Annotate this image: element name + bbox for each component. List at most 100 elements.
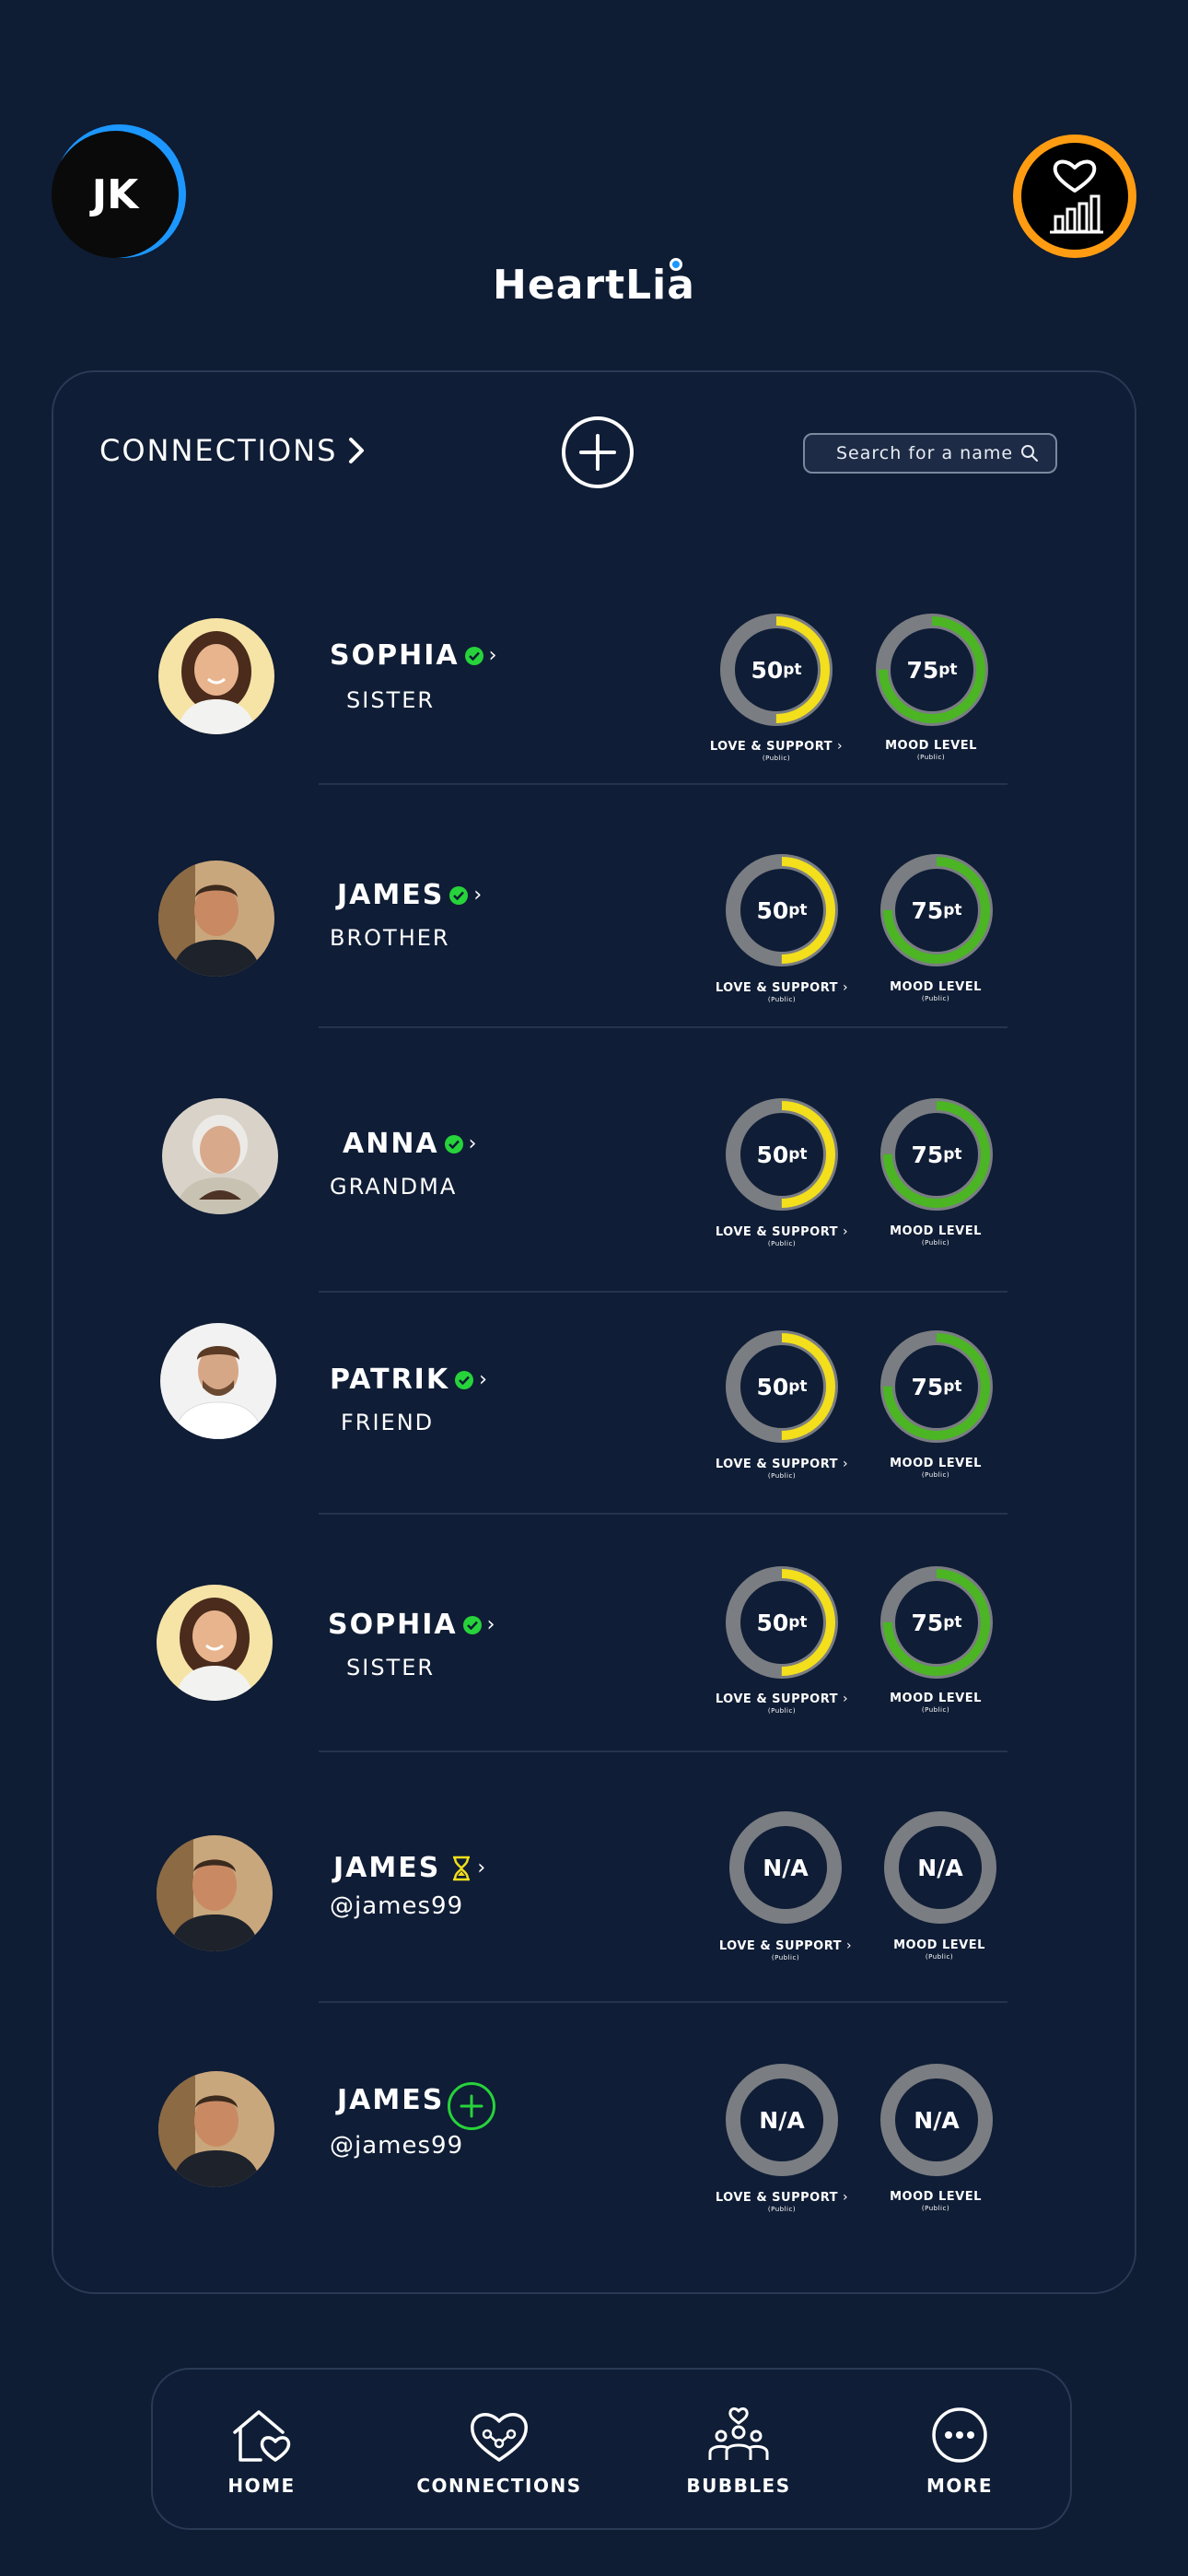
heart-stats-button[interactable] bbox=[1013, 135, 1136, 258]
connection-name: JAMES bbox=[333, 1852, 441, 1884]
row-divider bbox=[319, 783, 1007, 785]
love-unit: pt bbox=[788, 1613, 808, 1632]
connection-avatar[interactable] bbox=[160, 1323, 276, 1439]
connection-name: JAMES bbox=[337, 879, 445, 911]
connection-name-link[interactable]: ANNA › bbox=[343, 1128, 478, 1160]
love-unit: pt bbox=[783, 661, 802, 679]
mood-level-label: MOOD LEVEL (Public) bbox=[844, 1224, 1028, 1247]
love-label: LOVE & SUPPORT bbox=[715, 1225, 839, 1239]
heart-network-icon bbox=[471, 2413, 528, 2462]
mood-unit: pt bbox=[943, 1377, 962, 1396]
love-support-gauge: 50 pt bbox=[718, 612, 834, 728]
love-unit: pt bbox=[788, 1145, 808, 1164]
love-support-gauge: 50 pt bbox=[724, 852, 840, 968]
love-unit: pt bbox=[788, 1377, 808, 1396]
love-label: LOVE & SUPPORT bbox=[709, 740, 833, 754]
nav-connections-label: CONNECTIONS bbox=[416, 2475, 582, 2497]
connection-relation: BROTHER bbox=[330, 925, 450, 951]
connection-name-link[interactable]: JAMES › bbox=[333, 1852, 487, 1884]
mood-level-label: MOOD LEVEL (Public) bbox=[844, 2190, 1028, 2212]
row-divider bbox=[319, 1291, 1007, 1293]
group-heart-icon bbox=[708, 2407, 769, 2460]
add-connection-button[interactable] bbox=[562, 416, 634, 488]
love-value: N/A bbox=[759, 2106, 805, 2134]
more-dots-icon bbox=[932, 2407, 987, 2463]
bottom-nav: HOME CONNECTIONS BUBBLES MORE bbox=[151, 2368, 1072, 2530]
connection-avatar[interactable] bbox=[162, 1098, 278, 1214]
connection-avatar[interactable] bbox=[158, 2071, 274, 2187]
mood-unit: pt bbox=[938, 661, 958, 679]
row-divider bbox=[319, 1026, 1007, 1028]
chevron-right-icon: › bbox=[488, 644, 499, 667]
love-value: 50 bbox=[756, 1609, 789, 1636]
love-unit: pt bbox=[788, 901, 808, 919]
connection-avatar[interactable] bbox=[158, 861, 274, 977]
love-label: LOVE & SUPPORT bbox=[718, 1939, 843, 1953]
connection-avatar[interactable] bbox=[158, 618, 274, 734]
connection-avatar[interactable] bbox=[157, 1835, 273, 1951]
home-heart-icon bbox=[233, 2410, 291, 2462]
mood-value: 75 bbox=[911, 1141, 944, 1168]
mood-unit: pt bbox=[943, 1613, 962, 1632]
mood-label: MOOD LEVEL bbox=[890, 1457, 982, 1470]
search-input[interactable]: Search for a name bbox=[803, 433, 1057, 474]
connection-avatar[interactable] bbox=[157, 1585, 273, 1701]
connection-name-link[interactable]: SOPHIA › bbox=[330, 639, 498, 672]
mood-level-label: MOOD LEVEL (Public) bbox=[844, 1692, 1028, 1714]
row-divider bbox=[319, 1513, 1007, 1515]
connection-relation: FRIEND bbox=[341, 1410, 435, 1435]
chevron-right-icon: › bbox=[486, 1613, 497, 1636]
love-label: LOVE & SUPPORT bbox=[715, 1692, 839, 1706]
nav-more-label: MORE bbox=[926, 2475, 993, 2497]
user-avatar[interactable]: JK bbox=[52, 131, 179, 258]
love-support-gauge: 50 pt bbox=[724, 1329, 840, 1445]
mood-level-gauge: 75 pt bbox=[879, 1096, 995, 1212]
connection-name: SOPHIA bbox=[328, 1609, 458, 1641]
love-support-gauge: 50 pt bbox=[724, 1096, 840, 1212]
mood-value: N/A bbox=[914, 2106, 960, 2134]
visibility-label: (Public) bbox=[925, 1953, 954, 1961]
connection-name: JAMES bbox=[337, 2084, 445, 2116]
nav-bubbles[interactable]: BUBBLES bbox=[646, 2406, 831, 2497]
mood-value: 75 bbox=[911, 896, 944, 924]
connection-name: PATRIK bbox=[330, 1364, 450, 1396]
nav-more[interactable]: MORE bbox=[868, 2406, 1052, 2497]
connections-header-link[interactable]: CONNECTIONS bbox=[99, 433, 365, 468]
plus-icon bbox=[579, 434, 616, 471]
app-logo: HeartLia bbox=[0, 258, 1188, 309]
connection-name-link[interactable]: SOPHIA › bbox=[328, 1609, 496, 1641]
love-label: LOVE & SUPPORT bbox=[715, 2191, 839, 2205]
mood-label: MOOD LEVEL bbox=[890, 1692, 982, 1705]
love-value: 50 bbox=[756, 1141, 789, 1168]
mood-label: MOOD LEVEL bbox=[893, 1938, 985, 1952]
connection-name-link[interactable]: JAMES › bbox=[337, 879, 483, 911]
mood-level-gauge: 75 pt bbox=[879, 852, 995, 968]
mood-label: MOOD LEVEL bbox=[890, 980, 982, 994]
connection-relation: SISTER bbox=[346, 1655, 436, 1680]
mood-value: 75 bbox=[906, 656, 939, 684]
mood-label: MOOD LEVEL bbox=[890, 1224, 982, 1238]
connection-name-link[interactable]: PATRIK › bbox=[330, 1364, 489, 1396]
chevron-right-icon: › bbox=[468, 1132, 479, 1155]
connection-relation: GRANDMA bbox=[330, 1174, 458, 1200]
connection-username: @james99 bbox=[330, 1892, 464, 1920]
connection-relation: SISTER bbox=[346, 687, 436, 713]
search-icon bbox=[1021, 445, 1038, 462]
visibility-label: (Public) bbox=[921, 1239, 950, 1247]
heart-chart-icon bbox=[1050, 159, 1103, 234]
nav-bubbles-label: BUBBLES bbox=[686, 2475, 791, 2497]
verified-icon bbox=[464, 646, 483, 665]
mood-level-label: MOOD LEVEL (Public) bbox=[847, 1938, 1031, 1961]
nav-connections[interactable]: CONNECTIONS bbox=[407, 2406, 591, 2497]
row-divider bbox=[319, 2001, 1007, 2003]
add-friend-button[interactable] bbox=[448, 2082, 495, 2130]
mood-level-gauge: 75 pt bbox=[879, 1564, 995, 1680]
mood-level-label: MOOD LEVEL (Public) bbox=[844, 980, 1028, 1002]
mood-label: MOOD LEVEL bbox=[890, 2190, 982, 2204]
nav-home[interactable]: HOME bbox=[169, 2406, 354, 2497]
mood-level-label: MOOD LEVEL (Public) bbox=[839, 739, 1023, 761]
mood-level-gauge: 75 pt bbox=[879, 1329, 995, 1445]
love-support-gauge: 50 pt bbox=[724, 1564, 840, 1680]
connection-name-link[interactable]: JAMES bbox=[337, 2084, 444, 2116]
chevron-right-icon bbox=[349, 438, 365, 463]
